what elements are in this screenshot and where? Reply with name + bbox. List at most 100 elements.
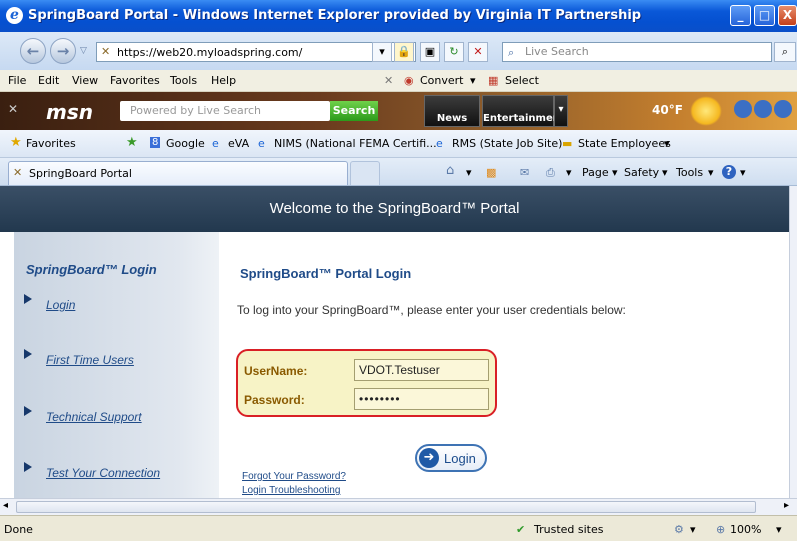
scroll-right-icon[interactable]: ▸ xyxy=(784,500,789,511)
msn-more-icon[interactable]: ▾ xyxy=(554,95,568,127)
horizontal-scrollbar[interactable]: ◂ ▸ xyxy=(0,498,797,515)
scroll-left-icon[interactable]: ◂ xyxy=(3,500,8,511)
state-employees-dropdown-icon[interactable]: ▾ xyxy=(664,137,670,150)
title-bar: e SpringBoard Portal - Windows Internet … xyxy=(0,0,797,32)
msn-search-icon[interactable] xyxy=(754,100,772,118)
compatibility-icon[interactable]: ▣ xyxy=(420,42,440,62)
forgot-password-link[interactable]: Forgot Your Password? xyxy=(242,471,346,482)
forward-button[interactable]: → xyxy=(50,38,76,64)
tools-dropdown-icon[interactable]: ▾ xyxy=(708,166,714,179)
page-menu[interactable]: Page xyxy=(582,166,609,179)
print-dropdown-icon[interactable]: ▾ xyxy=(566,166,572,179)
ie-page-icon: e xyxy=(212,137,219,150)
refresh-icon[interactable]: ↻ xyxy=(444,42,464,62)
sidebar-link-test-connection[interactable]: Test Your Connection xyxy=(46,466,160,480)
zoom-dropdown-icon[interactable]: ▾ xyxy=(776,523,782,536)
login-instructions: To log into your SpringBoard™, please en… xyxy=(237,303,626,317)
fav-rms[interactable]: RMS (State Job Site) xyxy=(452,137,562,150)
bullet-icon xyxy=(24,294,32,304)
home-icon[interactable]: ⌂ xyxy=(446,163,454,178)
help-dropdown-icon[interactable]: ▾ xyxy=(740,166,746,179)
fav-google[interactable]: Google xyxy=(166,137,205,150)
sidebar-link-technical-support[interactable]: Technical Support xyxy=(46,410,142,424)
menu-file[interactable]: File xyxy=(8,74,26,87)
msn-search-button[interactable]: Search xyxy=(330,101,378,121)
msn-globe-icon[interactable] xyxy=(734,100,752,118)
back-button[interactable]: ← xyxy=(20,38,46,64)
login-title: SpringBoard™ Portal Login xyxy=(240,266,412,281)
login-button-label: Login xyxy=(444,451,476,466)
favorites-button[interactable]: Favorites xyxy=(26,137,76,150)
mail-icon[interactable]: ✉ xyxy=(520,166,529,179)
login-button[interactable]: ➜ Login xyxy=(415,444,487,472)
close-msn-toolbar-icon[interactable]: ✕ xyxy=(8,102,18,116)
menu-view[interactable]: View xyxy=(72,74,98,87)
folder-icon: ▬ xyxy=(562,137,573,150)
msn-search-input[interactable]: Powered by Live Search xyxy=(120,101,330,121)
sidebar-link-login[interactable]: Login xyxy=(46,298,75,312)
protected-mode-icon[interactable]: ⚙ xyxy=(674,523,684,536)
url-text: https://web20.myloadspring.com/ xyxy=(117,46,303,59)
entertainment-tab[interactable]: Entertainment xyxy=(482,95,565,127)
history-dropdown-icon[interactable]: ▽ xyxy=(80,46,87,56)
new-tab-button[interactable] xyxy=(350,161,380,185)
minimize-button[interactable]: _ xyxy=(730,5,751,26)
msn-logo: msn xyxy=(46,100,93,124)
status-text: Done xyxy=(4,523,33,536)
checkmark-icon: ✔ xyxy=(516,523,526,536)
sidebar-link-first-time-users[interactable]: First Time Users xyxy=(46,353,134,367)
zoom-level[interactable]: 100% xyxy=(730,523,761,536)
fav-eva[interactable]: eVA xyxy=(228,137,249,150)
tab-bar: ✕ SpringBoard Portal ⌂ ▾ ▩ ✉ ⎙ ▾ Page ▾ … xyxy=(0,158,797,186)
zoom-icon[interactable]: ⊕ xyxy=(716,523,725,536)
username-field[interactable]: VDOT.Testuser xyxy=(354,359,489,381)
tools-menu[interactable]: Tools xyxy=(676,166,703,179)
close-button[interactable]: X xyxy=(778,5,797,26)
username-label: UserName: xyxy=(244,364,308,378)
msn-help-icon[interactable] xyxy=(774,100,792,118)
search-button[interactable]: ⌕ xyxy=(774,42,796,62)
sidebar-heading: SpringBoard™ Login xyxy=(26,262,157,277)
page-dropdown-icon[interactable]: ▾ xyxy=(612,166,618,179)
fav-state-employees[interactable]: State Employees xyxy=(578,137,671,150)
news-tab[interactable]: News xyxy=(424,95,480,127)
temperature: 40°F xyxy=(652,103,683,117)
menu-favorites[interactable]: Favorites xyxy=(110,74,160,87)
home-dropdown-icon[interactable]: ▾ xyxy=(466,166,472,179)
menu-tools[interactable]: Tools xyxy=(170,74,197,87)
address-bar: ← → ▽ ✕ https://web20.myloadspring.com/ … xyxy=(0,32,797,70)
convert-dropdown-icon[interactable]: ▾ xyxy=(470,74,476,87)
vertical-scrollbar[interactable] xyxy=(789,186,797,498)
convert-button[interactable]: Convert xyxy=(420,74,464,87)
lock-icon[interactable]: 🔒 xyxy=(394,42,414,62)
url-field[interactable]: ✕ https://web20.myloadspring.com/ xyxy=(96,42,416,62)
add-favorite-icon[interactable]: ★ xyxy=(126,135,138,150)
safety-menu[interactable]: Safety xyxy=(624,166,659,179)
close-toolbar-icon[interactable]: ✕ xyxy=(384,74,393,87)
bullet-icon xyxy=(24,349,32,359)
login-troubleshooting-link[interactable]: Login Troubleshooting xyxy=(242,485,340,496)
menu-help[interactable]: Help xyxy=(211,74,236,87)
safety-dropdown-icon[interactable]: ▾ xyxy=(662,166,668,179)
password-field[interactable]: •••••••• xyxy=(354,388,489,410)
search-icon: ⌕ xyxy=(508,46,515,59)
url-dropdown-icon[interactable]: ▾ xyxy=(372,42,392,62)
live-search-input[interactable]: ⌕ Live Search xyxy=(502,42,772,62)
credentials-box: UserName: VDOT.Testuser Password: ••••••… xyxy=(236,349,497,417)
tab-springboard[interactable]: ✕ SpringBoard Portal xyxy=(8,161,348,185)
stop-icon[interactable]: ✕ xyxy=(468,42,488,62)
zone-dropdown-icon[interactable]: ▾ xyxy=(690,523,696,536)
select-button[interactable]: Select xyxy=(505,74,539,87)
fav-nims[interactable]: NIMS (National FEMA Certifi... xyxy=(274,137,437,150)
scroll-thumb[interactable] xyxy=(16,501,756,513)
help-icon[interactable]: ? xyxy=(722,165,736,179)
menu-edit[interactable]: Edit xyxy=(38,74,59,87)
favorites-star-icon: ★ xyxy=(10,135,22,150)
feeds-icon[interactable]: ▩ xyxy=(486,166,496,179)
page-header: Welcome to the SpringBoard™ Portal xyxy=(0,186,789,232)
maximize-button[interactable]: □ xyxy=(754,5,775,26)
favorites-bar: ★ Favorites ★ 8 Google e eVA e NIMS (Nat… xyxy=(0,130,797,158)
weather-sun-icon xyxy=(690,96,722,126)
print-icon[interactable]: ⎙ xyxy=(546,166,555,180)
window-title: SpringBoard Portal - Windows Internet Ex… xyxy=(28,8,642,23)
